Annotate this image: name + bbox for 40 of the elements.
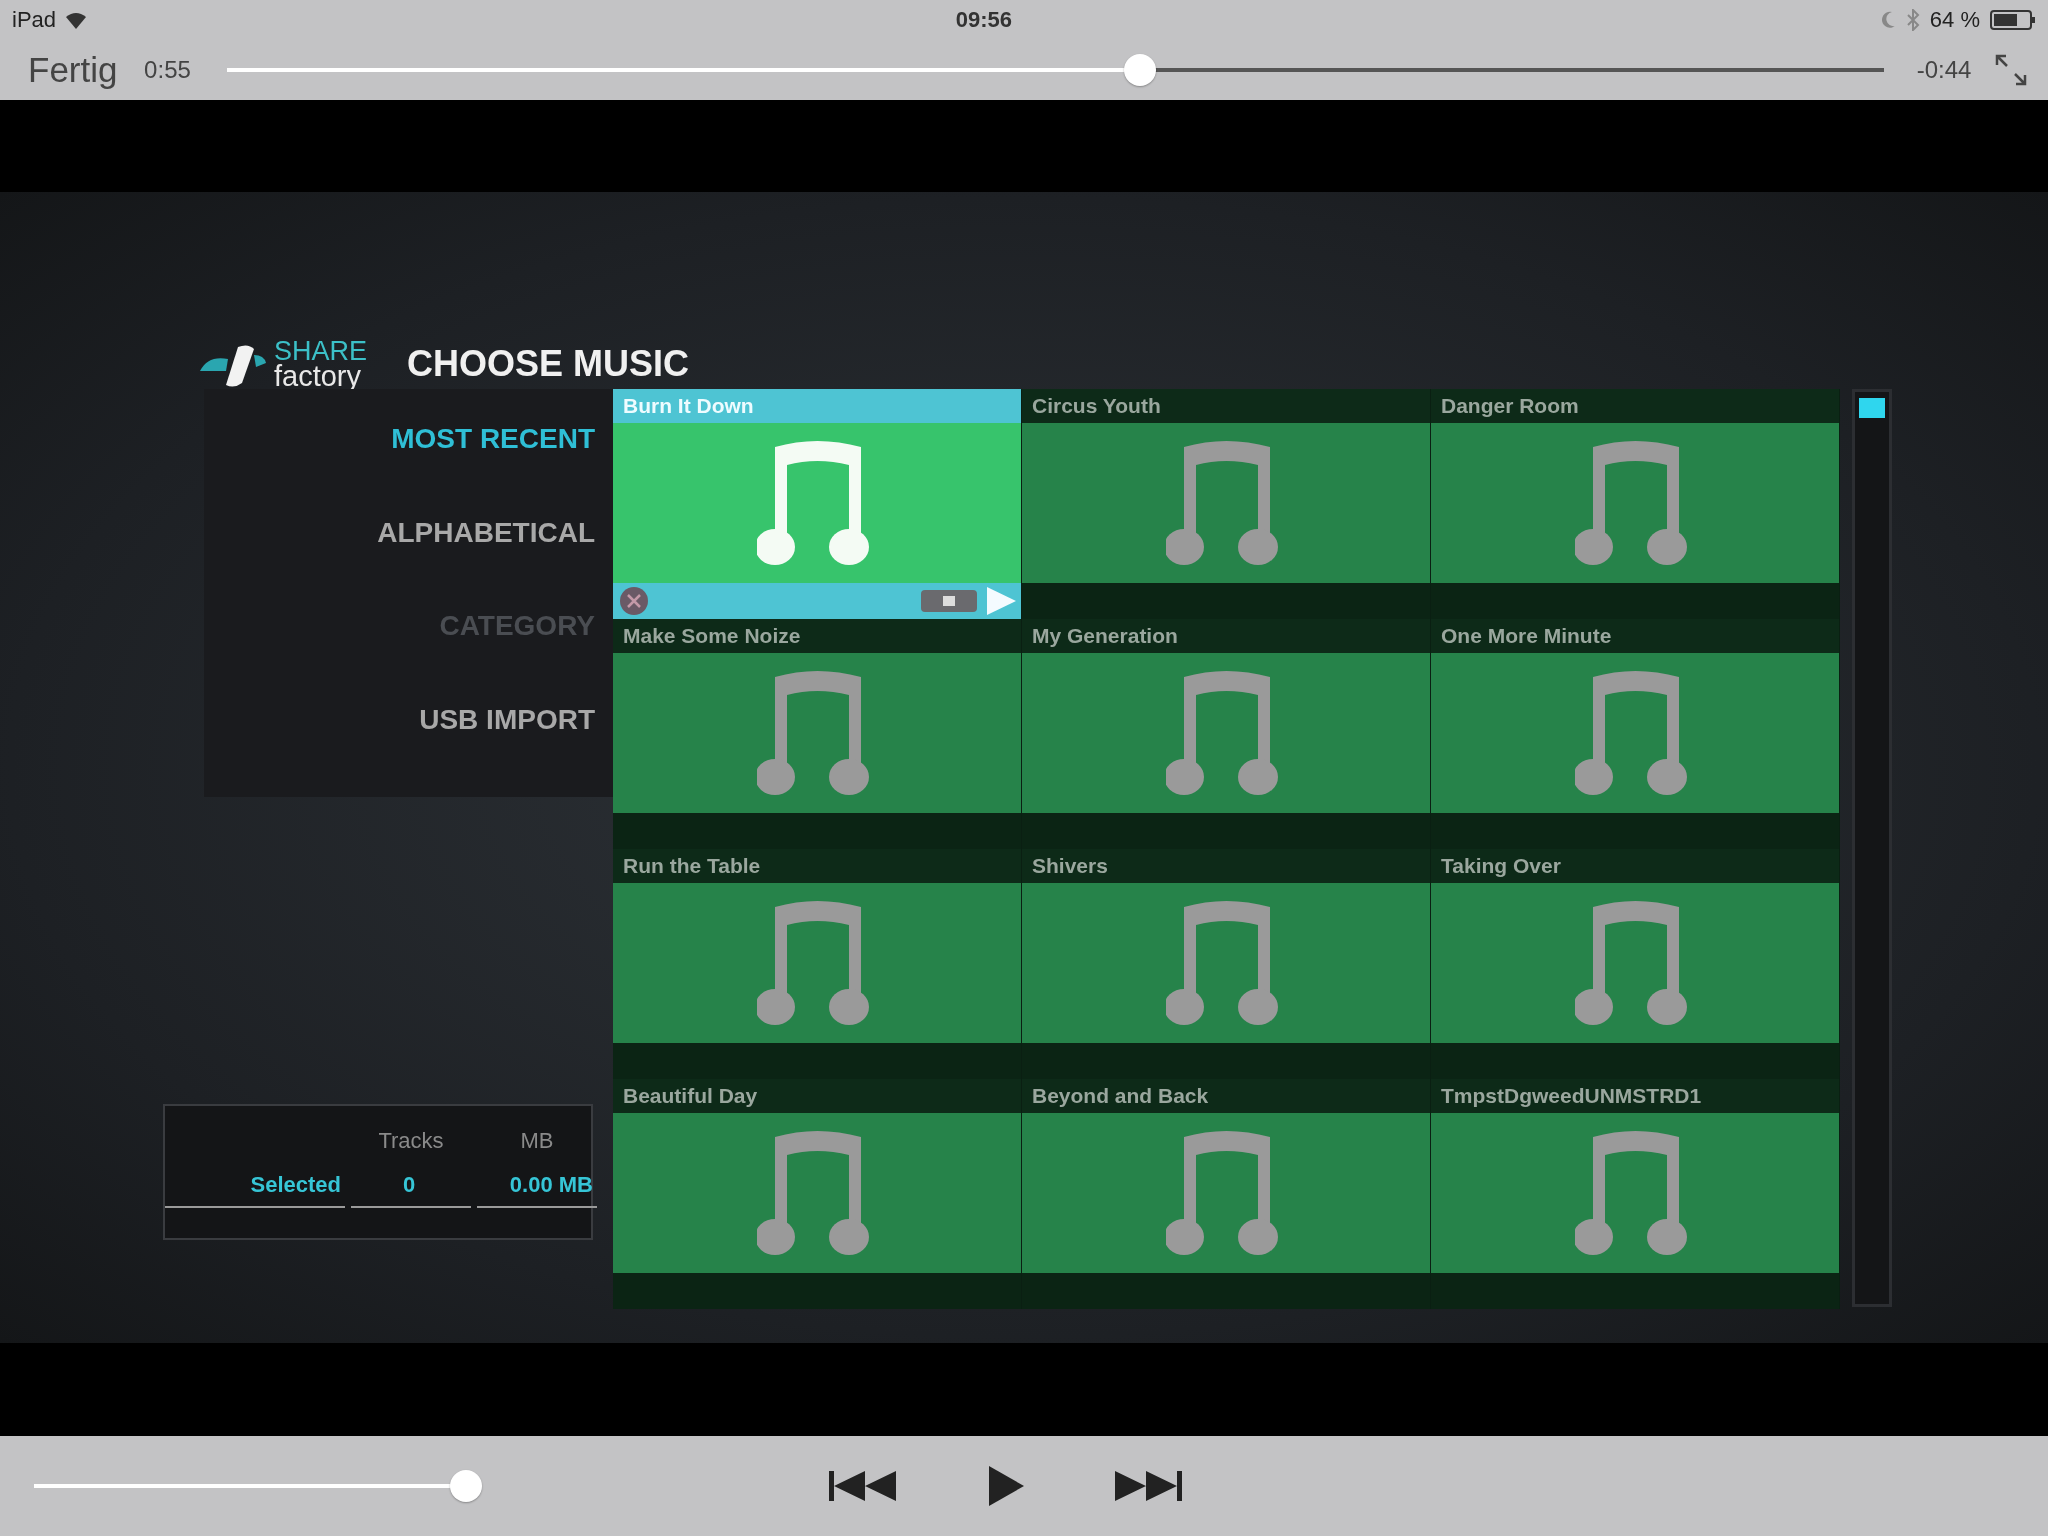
play-icon[interactable] — [987, 1465, 1025, 1507]
sort-option[interactable]: ALPHABETICAL — [204, 516, 615, 610]
device-name: iPad — [12, 7, 57, 33]
remaining-time: -0:44 — [1915, 56, 1973, 84]
track-title: Burn It Down — [613, 389, 1021, 423]
fullscreen-icon[interactable] — [1994, 53, 2028, 87]
track-title: Make Some Noize — [613, 619, 1021, 653]
summary-value: 0.00 MB — [477, 1172, 597, 1208]
bluetooth-icon — [1905, 9, 1920, 31]
sort-option[interactable]: USB IMPORT — [204, 703, 615, 797]
summary-value: 0 — [351, 1172, 471, 1208]
next-icon[interactable] — [1115, 1469, 1183, 1503]
row-label: Selected — [165, 1172, 345, 1208]
battery-percent: 64 % — [1929, 7, 1980, 33]
wifi-icon — [64, 11, 89, 29]
track-title: Beyond and Back — [1022, 1079, 1430, 1113]
track-title: TmpstDgweedUNMSTRD1 — [1431, 1079, 1839, 1113]
logo-text: SHARE — [274, 338, 368, 363]
track-title: My Generation — [1022, 619, 1430, 653]
shoulder-button-icon — [921, 590, 977, 612]
column-header: MB — [519, 1128, 555, 1155]
close-icon[interactable] — [619, 586, 649, 616]
moon-icon — [1879, 11, 1896, 29]
elapsed-time: 0:55 — [143, 56, 192, 84]
sort-option[interactable]: MOST RECENT — [204, 423, 615, 517]
battery-icon — [1990, 10, 2036, 30]
screen-title: CHOOSE MUSIC — [407, 343, 690, 385]
logo-text: factory — [274, 362, 362, 389]
track-title: Danger Room — [1431, 389, 1839, 423]
track-title: Taking Over — [1431, 849, 1839, 883]
done-button[interactable]: Fertig — [28, 50, 118, 90]
track-title: One More Minute — [1431, 619, 1839, 653]
track-title: Circus Youth — [1022, 389, 1430, 423]
column-header: Tracks — [377, 1128, 445, 1155]
previous-icon[interactable] — [829, 1469, 897, 1503]
scrollbar[interactable] — [1852, 389, 1892, 1307]
track-title: Shivers — [1022, 849, 1430, 883]
clock: 09:56 — [955, 7, 1013, 33]
track-title: Run the Table — [613, 849, 1021, 883]
track-title: Beautiful Day — [613, 1079, 1021, 1113]
